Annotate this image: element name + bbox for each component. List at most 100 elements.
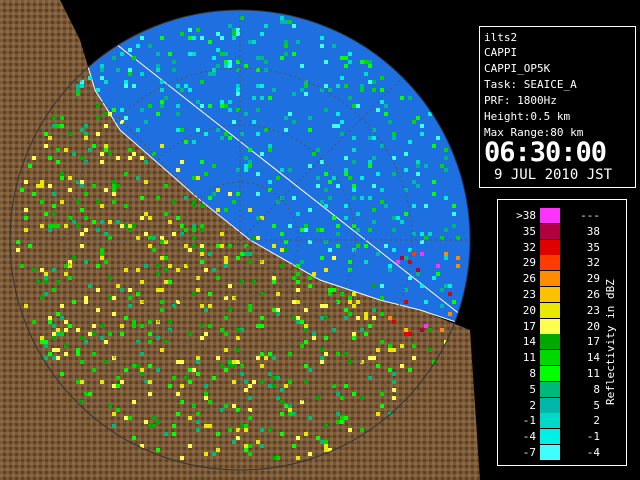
echo-pixel [336, 420, 340, 424]
echo-pixel [280, 16, 284, 20]
echo-pixel [76, 380, 80, 384]
echo-pixel [236, 92, 240, 96]
echo-pixel [244, 156, 248, 160]
echo-pixel [296, 456, 300, 460]
echo-pixel [168, 280, 172, 284]
echo-pixel [284, 404, 288, 408]
echo-pixel [180, 88, 184, 92]
echo-pixel [100, 256, 104, 260]
echo-pixel [272, 456, 276, 460]
echo-pixel [292, 196, 296, 200]
echo-pixel [108, 152, 112, 156]
echo-pixel [332, 216, 336, 220]
echo-pixel [352, 136, 356, 140]
echo-pixel [432, 276, 436, 280]
echo-pixel [300, 64, 304, 68]
echo-pixel [164, 432, 168, 436]
echo-pixel [288, 168, 292, 172]
echo-pixel [96, 132, 100, 136]
legend-upper-bound: 14 [586, 351, 600, 365]
echo-pixel [108, 220, 112, 224]
echo-pixel [176, 112, 180, 116]
echo-pixel [124, 84, 128, 88]
legend-row: -4 -1 [498, 429, 608, 445]
echo-pixel [88, 332, 92, 336]
echo-pixel [264, 356, 268, 360]
echo-pixel [248, 416, 252, 420]
echo-pixel [96, 104, 100, 108]
echo-pixel [280, 264, 284, 268]
echo-pixel [180, 384, 184, 388]
echo-pixel [364, 332, 368, 336]
echo-pixel [360, 88, 364, 92]
echo-pixel [328, 196, 332, 200]
echo-pixel [452, 204, 456, 208]
echo-pixel [180, 32, 184, 36]
legend-upper-bound: 20 [586, 319, 600, 333]
echo-pixel [408, 96, 412, 100]
echo-pixel [248, 396, 252, 400]
echo-pixel [224, 332, 228, 336]
echo-pixel [288, 380, 292, 384]
echo-pixel [192, 176, 196, 180]
echo-pixel [296, 280, 300, 284]
echo-pixel [212, 192, 216, 196]
echo-pixel [240, 280, 244, 284]
echo-pixel [52, 224, 56, 228]
echo-pixel [228, 428, 232, 432]
echo-pixel [296, 320, 300, 324]
echo-pixel [84, 124, 88, 128]
echo-pixel [228, 308, 232, 312]
echo-pixel [288, 408, 292, 412]
echo-pixel [380, 200, 384, 204]
echo-pixel [176, 216, 180, 220]
echo-pixel [36, 184, 40, 188]
echo-pixel [272, 276, 276, 280]
echo-pixel [28, 164, 32, 168]
echo-pixel [208, 104, 212, 108]
legend-lower-bound: 20 [522, 303, 536, 317]
echo-pixel [44, 144, 48, 148]
echo-pixel [48, 320, 52, 324]
echo-pixel [44, 280, 48, 284]
echo-pixel [200, 260, 204, 264]
echo-pixel [216, 48, 220, 52]
echo-pixel [404, 168, 408, 172]
echo-pixel [392, 216, 396, 220]
echo-pixel [244, 424, 248, 428]
echo-pixel [276, 396, 280, 400]
echo-pixel [228, 108, 232, 112]
echo-pixel [308, 416, 312, 420]
echo-pixel [116, 220, 120, 224]
echo-pixel [336, 352, 340, 356]
echo-pixel [96, 116, 100, 120]
legend-upper-bound: 29 [586, 272, 600, 286]
echo-pixel [200, 304, 204, 308]
echo-pixel [416, 164, 420, 168]
echo-pixel [24, 304, 28, 308]
echo-pixel [260, 84, 264, 88]
echo-pixel [96, 228, 100, 232]
echo-pixel [260, 316, 264, 320]
echo-pixel [220, 136, 224, 140]
echo-pixel [68, 276, 72, 280]
echo-pixel [76, 180, 80, 184]
echo-pixel [284, 248, 288, 252]
echo-pixel [80, 244, 84, 248]
echo-pixel [308, 164, 312, 168]
echo-pixel [80, 156, 84, 160]
echo-pixel [96, 88, 100, 92]
echo-pixel [204, 332, 208, 336]
echo-pixel [256, 236, 260, 240]
echo-pixel [324, 204, 328, 208]
echo-pixel [132, 224, 136, 228]
echo-pixel [344, 156, 348, 160]
echo-pixel [84, 132, 88, 136]
echo-pixel [224, 264, 228, 268]
echo-pixel [204, 452, 208, 456]
echo-pixel [224, 64, 228, 68]
echo-pixel [108, 112, 112, 116]
echo-pixel [84, 260, 88, 264]
legend-swatch [540, 208, 560, 223]
echo-pixel [392, 396, 396, 400]
